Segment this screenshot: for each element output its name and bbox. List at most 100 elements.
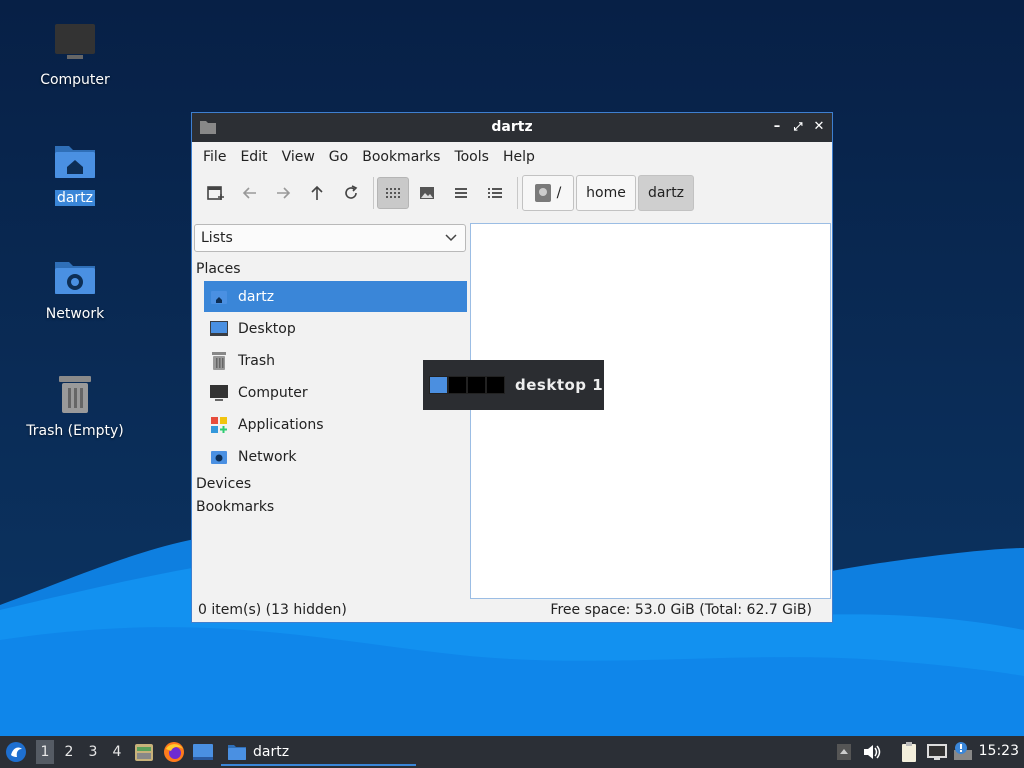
side-pane-mode-select[interactable]: Lists <box>194 224 466 252</box>
clock[interactable]: 15:23 <box>979 743 1019 759</box>
menu-go[interactable]: Go <box>322 149 355 165</box>
desktop-dartz-folder[interactable]: dartz <box>15 140 135 206</box>
up-arrow-icon <box>311 185 323 200</box>
menu-help[interactable]: Help <box>496 149 542 165</box>
clipboard-button[interactable] <box>897 740 921 764</box>
desktop-network[interactable]: Network <box>15 256 135 322</box>
trash-icon <box>209 351 229 371</box>
maximize-button[interactable]: ⤢ <box>789 118 807 136</box>
volume-button[interactable] <box>860 740 884 764</box>
back-button[interactable] <box>234 177 266 209</box>
place-label: dartz <box>238 288 275 305</box>
window-titlebar[interactable]: dartz – ⤢ ✕ <box>192 113 832 142</box>
place-label: Computer <box>238 384 308 401</box>
new-tab-button[interactable] <box>200 177 232 209</box>
update-notifier-button[interactable] <box>951 740 975 764</box>
bookmarks-heading[interactable]: Bookmarks <box>196 499 274 515</box>
desktop-icon-label: Trash (Empty) <box>26 423 124 439</box>
path-current-label: dartz <box>647 185 685 201</box>
list-icon <box>455 188 467 198</box>
desktop-icon <box>209 319 229 339</box>
up-button[interactable] <box>301 177 333 209</box>
workspace-name: desktop 1 <box>515 376 604 394</box>
home-folder-icon <box>53 140 97 184</box>
reload-icon <box>345 185 358 199</box>
menu-bookmarks[interactable]: Bookmarks <box>355 149 447 165</box>
compact-view-button[interactable] <box>445 177 477 209</box>
network-icon <box>53 256 97 300</box>
drive-icon <box>534 184 551 202</box>
tray-up-icon <box>837 744 851 760</box>
forward-arrow-icon <box>277 187 291 199</box>
workspace-1-button[interactable]: 1 <box>36 740 54 764</box>
workspace-3-button[interactable]: 3 <box>84 740 102 764</box>
devices-heading[interactable]: Devices <box>196 476 251 492</box>
reload-button[interactable] <box>335 177 367 209</box>
detailed-list-icon <box>488 188 502 198</box>
workspace-preview <box>429 376 505 394</box>
place-item-applications[interactable]: Applications <box>204 409 467 440</box>
icon-view-button[interactable] <box>377 177 409 209</box>
workspace-4-button[interactable]: 4 <box>108 740 126 764</box>
minimize-button[interactable]: – <box>768 118 786 136</box>
place-item-dartz[interactable]: dartz <box>204 281 467 312</box>
place-item-desktop[interactable]: Desktop <box>204 313 467 344</box>
file-manager-launcher[interactable] <box>132 740 156 764</box>
thumbnail-view-button[interactable] <box>411 177 443 209</box>
path-current-button[interactable]: dartz <box>638 175 694 211</box>
folder-view[interactable] <box>470 223 831 599</box>
free-space-status: Free space: 53.0 GiB (Total: 62.7 GiB) <box>550 602 812 618</box>
close-button[interactable]: ✕ <box>810 118 828 136</box>
desktop-icon-label: Network <box>45 306 105 322</box>
side-pane: Lists Places dartz Desktop Trash Compute… <box>192 222 468 599</box>
toolbar-separator <box>373 177 374 209</box>
network-icon <box>209 447 229 467</box>
workspace-2-button[interactable]: 2 <box>60 740 78 764</box>
start-menu-button[interactable] <box>4 740 28 764</box>
place-label: Desktop <box>238 320 296 337</box>
back-arrow-icon <box>242 187 256 199</box>
desktop-icon-label: dartz <box>54 190 96 206</box>
item-count-status: 0 item(s) (13 hidden) <box>198 602 347 618</box>
chevron-down-icon <box>445 231 457 247</box>
menu-file[interactable]: File <box>196 149 233 165</box>
side-pane-mode-value: Lists <box>201 230 233 246</box>
forward-button[interactable] <box>267 177 299 209</box>
tray-expand-button[interactable] <box>832 740 856 764</box>
statusbar: 0 item(s) (13 hidden) Free space: 53.0 G… <box>192 600 832 622</box>
update-notifier-icon <box>954 742 972 760</box>
clipboard-icon <box>902 742 916 762</box>
show-desktop-icon <box>193 744 213 760</box>
desktop-computer[interactable]: Computer <box>15 22 135 88</box>
window-title: dartz <box>491 119 533 135</box>
detailed-view-button[interactable] <box>479 177 511 209</box>
places-heading[interactable]: Places <box>196 261 241 277</box>
path-home-label: home <box>586 185 626 201</box>
home-folder-icon <box>209 287 229 307</box>
path-home-button[interactable]: home <box>576 175 636 211</box>
menu-tools[interactable]: Tools <box>447 149 496 165</box>
show-desktop-button[interactable] <box>191 740 215 764</box>
place-item-network[interactable]: Network <box>204 441 467 472</box>
network-status-button[interactable] <box>925 740 949 764</box>
taskbar-window-dartz[interactable]: dartz <box>221 739 416 766</box>
file-cabinet-icon <box>135 744 153 761</box>
new-tab-icon <box>207 186 224 200</box>
workspace-cell <box>429 376 448 394</box>
workspace-osd: desktop 1 <box>423 360 604 410</box>
lubuntu-logo-icon <box>6 742 26 762</box>
workspace-cell <box>486 376 505 394</box>
firefox-launcher[interactable] <box>162 740 186 764</box>
path-root-button[interactable]: / <box>522 175 574 211</box>
trash-icon <box>53 373 97 417</box>
path-root-label: / <box>556 185 562 201</box>
menu-view[interactable]: View <box>275 149 322 165</box>
applications-icon <box>209 415 229 435</box>
image-icon <box>420 187 434 199</box>
place-label: Trash <box>238 352 275 369</box>
desktop-trash[interactable]: Trash (Empty) <box>15 373 135 439</box>
toolbar-separator <box>517 177 518 209</box>
menu-edit[interactable]: Edit <box>233 149 274 165</box>
computer-icon <box>53 22 97 66</box>
place-label: Network <box>238 448 297 465</box>
